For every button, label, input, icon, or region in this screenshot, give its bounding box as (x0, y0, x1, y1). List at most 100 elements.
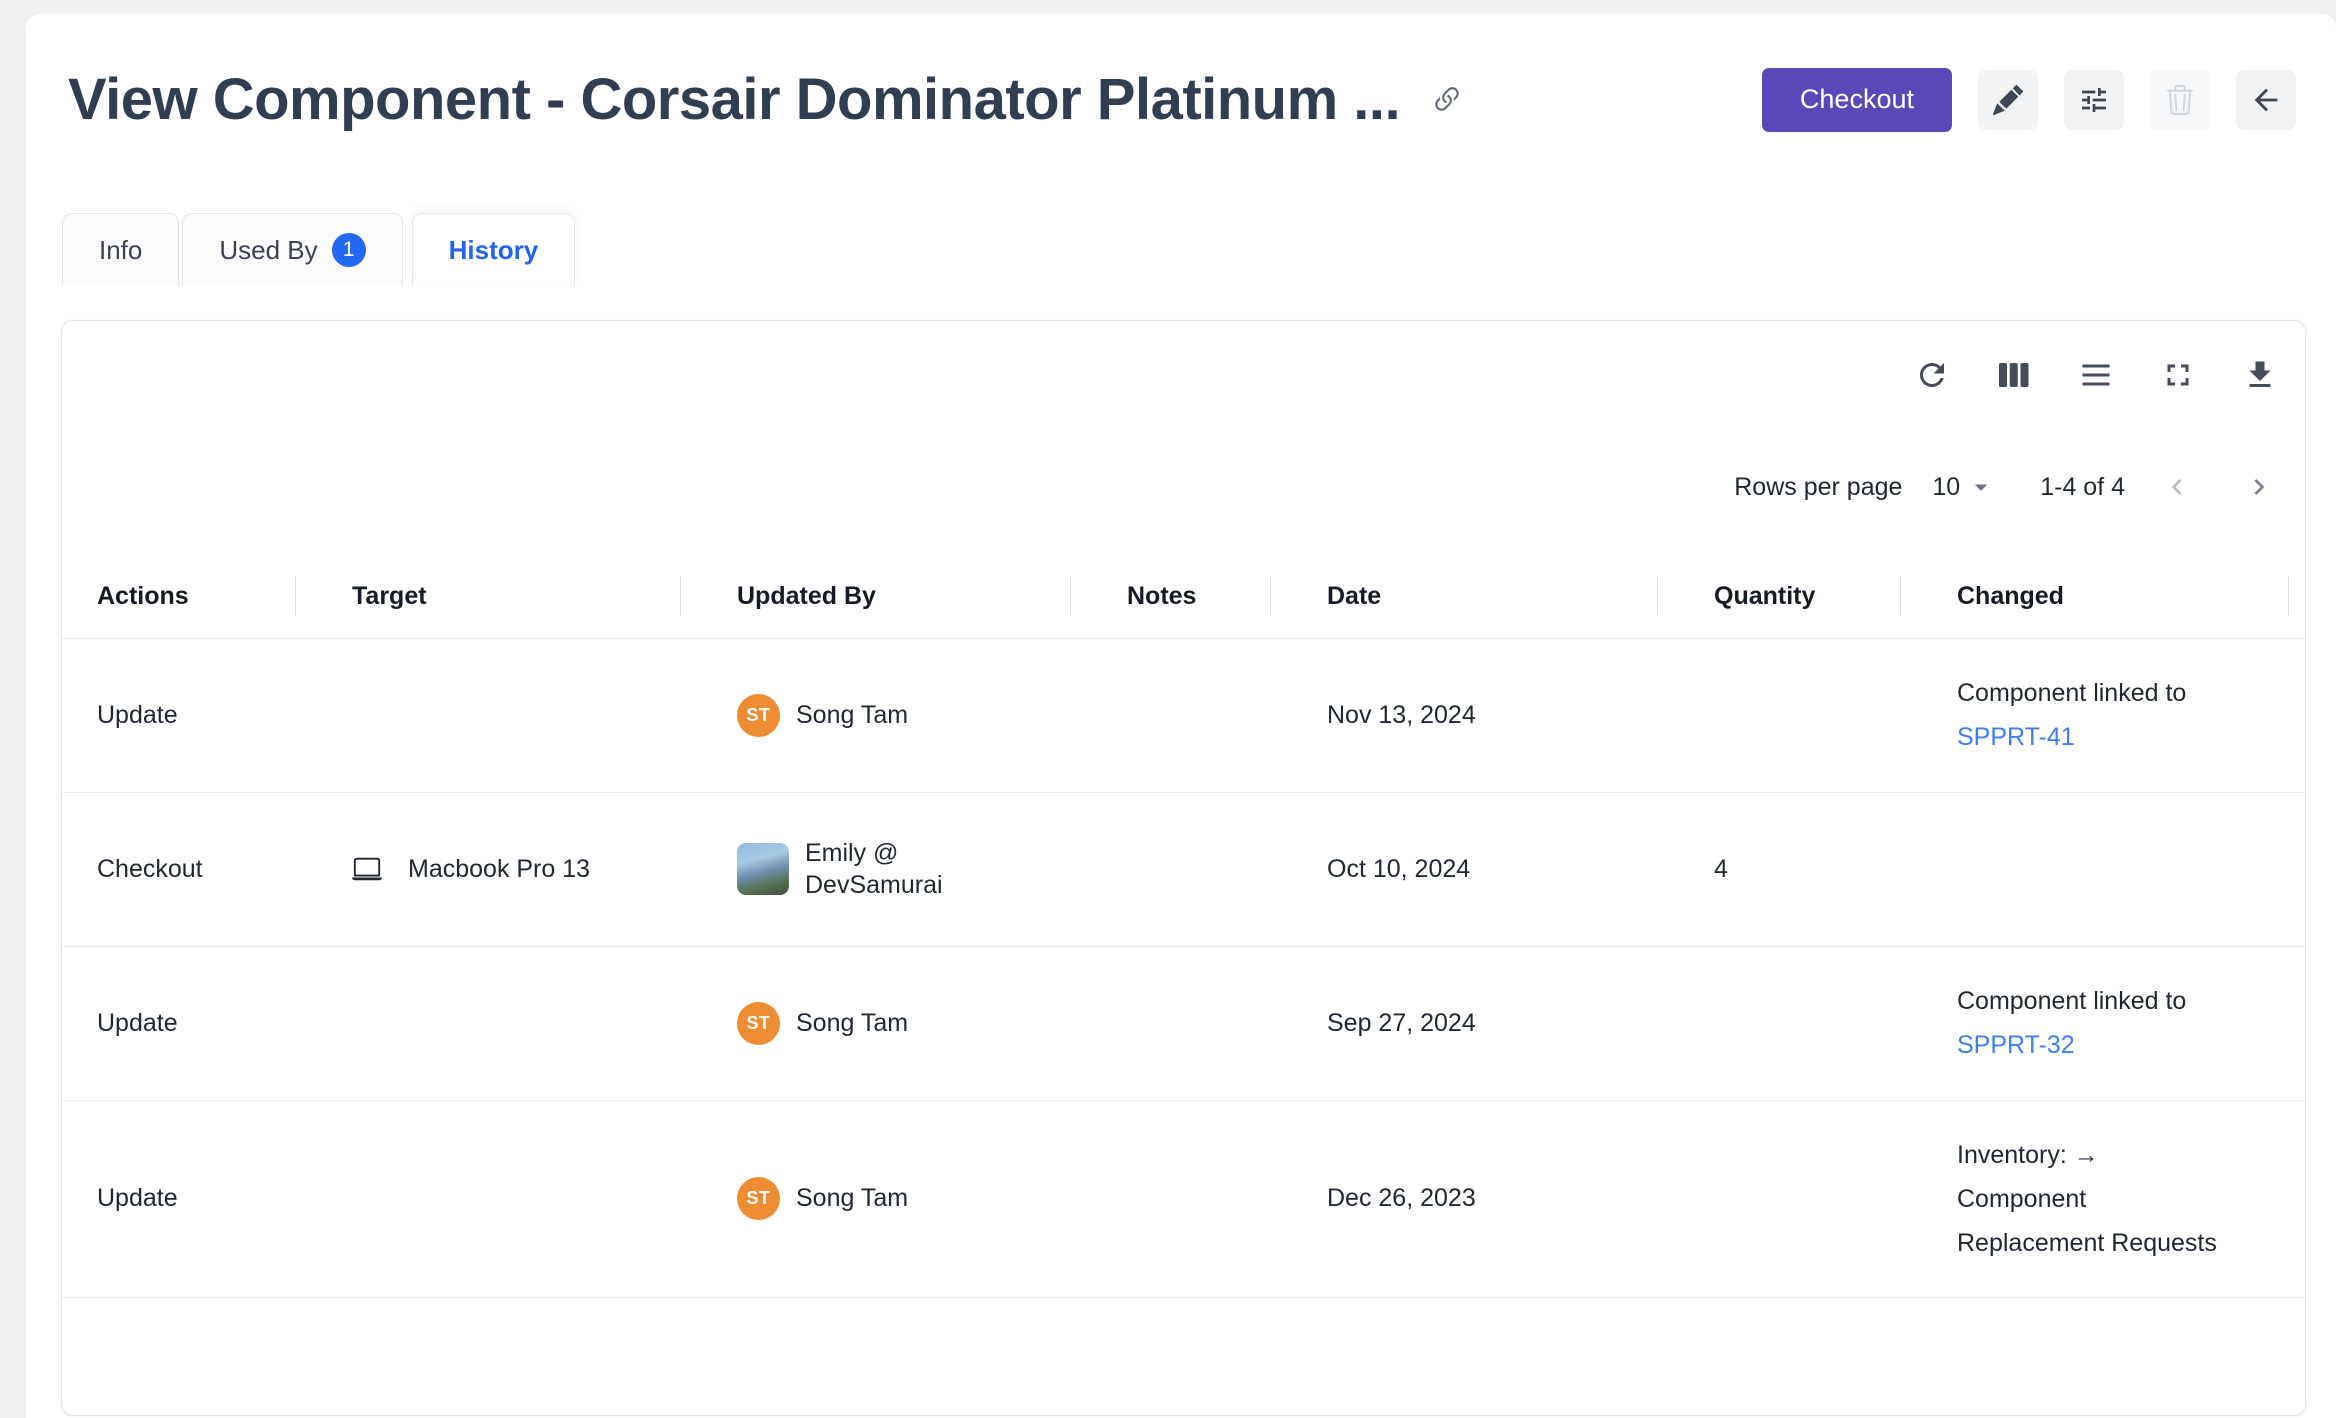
cell-updated-by: ST Song Tam (681, 1100, 1071, 1297)
cell-changed: Inventory: → Component Replacement Reque… (1901, 1100, 2305, 1297)
cell-action: Update (62, 1100, 296, 1297)
cell-date: Nov 13, 2024 (1271, 638, 1658, 792)
tab-info[interactable]: Info (62, 213, 179, 286)
pagination-range: 1-4 of 4 (2040, 473, 2125, 502)
cell-target (296, 638, 681, 792)
main-panel: View Component - Corsair Dominator Plati… (26, 14, 2336, 1418)
refresh-icon[interactable] (1914, 357, 1950, 393)
trash-icon (2165, 85, 2195, 115)
cell-quantity (1658, 638, 1901, 792)
cell-notes (1071, 638, 1271, 792)
rows-per-page-select[interactable]: 10 (1932, 472, 1996, 502)
cell-updated-by: ST Song Tam (681, 638, 1071, 792)
cell-notes (1071, 1100, 1271, 1297)
rows-per-page-label: Rows per page (1734, 473, 1902, 502)
tab-history-label: History (449, 235, 539, 266)
cell-quantity (1658, 1100, 1901, 1297)
copy-link-icon[interactable] (1430, 83, 1464, 117)
cell-notes (1071, 946, 1271, 1100)
avatar: ST (737, 694, 780, 737)
cell-updated-by: Emily @ DevSamurai (681, 792, 1071, 946)
table-row[interactable]: Update ST Song Tam Sep 27, 2024 Componen… (62, 946, 2305, 1100)
changed-text: Component linked to (1957, 979, 2305, 1023)
chevron-down-icon (1966, 472, 1996, 502)
delete-button[interactable] (2150, 70, 2210, 130)
column-label: Updated By (737, 582, 876, 610)
column-header-notes[interactable]: Notes (1071, 555, 1271, 638)
used-by-count-badge: 1 (332, 233, 366, 267)
edit-button[interactable] (1978, 70, 2038, 130)
pencil-icon (1993, 85, 2023, 115)
user-name: Emily @ DevSamurai (805, 837, 960, 902)
avatar: ST (737, 1177, 780, 1220)
cell-action: Update (62, 946, 296, 1100)
next-page-button[interactable] (2243, 471, 2275, 503)
column-header-actions[interactable]: Actions (62, 555, 296, 638)
rows-per-page-value: 10 (1932, 473, 1960, 502)
cell-changed (1901, 792, 2305, 946)
table-row[interactable]: Update ST Song Tam Nov 13, 2024 Componen… (62, 638, 2305, 792)
cell-date: Dec 26, 2023 (1271, 1100, 1658, 1297)
column-header-updated-by[interactable]: Updated By (681, 555, 1071, 638)
table-row[interactable]: Checkout Macbook Pro 13 (62, 792, 2305, 946)
column-label: Notes (1127, 582, 1196, 610)
cell-action: Update (62, 638, 296, 792)
history-card: Rows per page 10 1-4 of 4 Ac (61, 320, 2306, 1416)
column-header-date[interactable]: Date (1271, 555, 1658, 638)
back-arrow-icon (2249, 83, 2283, 117)
cell-quantity: 4 (1658, 792, 1901, 946)
cell-quantity (1658, 946, 1901, 1100)
pagination-bar: Rows per page 10 1-4 of 4 (1734, 471, 2275, 503)
page-title: View Component - Corsair Dominator Plati… (68, 66, 1400, 133)
avatar: ST (737, 1002, 780, 1045)
target-name: Macbook Pro 13 (408, 851, 590, 887)
cell-changed: Component linked to SPPRT-41 (1901, 638, 2305, 792)
tab-info-label: Info (99, 235, 142, 266)
download-icon[interactable] (2242, 357, 2278, 393)
column-header-changed[interactable]: Changed (1901, 555, 2305, 638)
column-separator (2288, 577, 2289, 615)
cell-target (296, 1100, 681, 1297)
changed-text: Inventory: → Component Replacement Reque… (1957, 1133, 2305, 1265)
app-background: { "colors": { "checkout_button": "#5a48b… (0, 0, 2336, 1418)
cell-target (296, 946, 681, 1100)
checkout-button[interactable]: Checkout (1762, 68, 1952, 132)
changed-text: Component linked to (1957, 671, 2305, 715)
cell-action: Checkout (62, 792, 296, 946)
column-label: Target (352, 582, 427, 610)
table-header-row: Actions Target Updated By Notes Date Qua… (62, 555, 2305, 638)
avatar (737, 843, 789, 895)
tune-icon (2078, 84, 2110, 116)
column-label: Date (1327, 582, 1381, 610)
column-label: Quantity (1714, 582, 1815, 610)
cell-date: Sep 27, 2024 (1271, 946, 1658, 1100)
cell-target: Macbook Pro 13 (296, 792, 681, 946)
page-header: View Component - Corsair Dominator Plati… (62, 66, 2296, 133)
cell-notes (1071, 792, 1271, 946)
previous-page-button[interactable] (2161, 471, 2193, 503)
table-toolbar (1914, 357, 2278, 393)
cell-date: Oct 10, 2024 (1271, 792, 1658, 946)
history-table: Actions Target Updated By Notes Date Qua… (62, 555, 2305, 1415)
laptop-icon (352, 854, 382, 884)
tab-history[interactable]: History (412, 213, 576, 286)
settings-button[interactable] (2064, 70, 2124, 130)
column-header-quantity[interactable]: Quantity (1658, 555, 1901, 638)
changed-link[interactable]: SPPRT-41 (1957, 715, 2305, 759)
columns-icon[interactable] (1996, 357, 2032, 393)
changed-link[interactable]: SPPRT-32 (1957, 1023, 2305, 1067)
table-row[interactable]: Update ST Song Tam Dec 26, 2023 Inventor… (62, 1100, 2305, 1297)
cell-updated-by: ST Song Tam (681, 946, 1071, 1100)
column-header-target[interactable]: Target (296, 555, 681, 638)
header-actions: Checkout (1762, 68, 2296, 132)
tab-used-by-label: Used By (219, 235, 317, 266)
density-icon[interactable] (2078, 357, 2114, 393)
back-button[interactable] (2236, 70, 2296, 130)
tab-bar: Info Used By 1 History (62, 213, 2296, 286)
column-label: Actions (97, 582, 189, 610)
tab-used-by[interactable]: Used By 1 (182, 213, 402, 286)
fullscreen-icon[interactable] (2160, 357, 2196, 393)
user-name: Song Tam (796, 699, 908, 732)
user-name: Song Tam (796, 1007, 908, 1040)
cell-changed: Component linked to SPPRT-32 (1901, 946, 2305, 1100)
